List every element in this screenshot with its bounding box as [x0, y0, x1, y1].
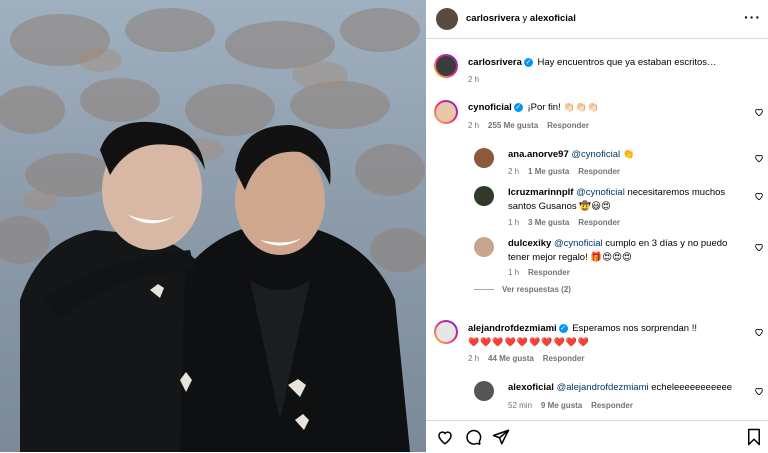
- comment-text: ¡Por fin! 👏🏻👏🏻👏🏻: [527, 102, 599, 113]
- reply-button[interactable]: Responder: [591, 401, 633, 410]
- reply-text: echeleeeeeeeeeee: [648, 382, 733, 393]
- reply: dulcexiky @cynoficial cumplo en 3 días y…: [508, 237, 744, 265]
- reply-user[interactable]: dulcexiky: [508, 238, 551, 249]
- header-user2[interactable]: alexoficial: [530, 13, 576, 24]
- comment-meta: 2 h 44 Me gusta Responder: [468, 354, 585, 363]
- reply-avatar[interactable]: [474, 237, 494, 257]
- comment-time: 2 h: [468, 121, 480, 130]
- like-reply-heart-icon[interactable]: [754, 191, 764, 201]
- header-avatar[interactable]: [436, 8, 458, 30]
- reply-avatar[interactable]: [474, 186, 494, 206]
- action-bar: [426, 420, 768, 453]
- reply-avatar[interactable]: [474, 381, 494, 401]
- reply-likes[interactable]: 3 Me gusta: [528, 218, 569, 227]
- comment-likes[interactable]: 255 Me gusta: [488, 121, 538, 130]
- reply: lcruzmarinnplf @cynoficial necesitaremos…: [508, 186, 744, 214]
- reply-button[interactable]: Responder: [578, 218, 620, 227]
- reply-time: 2 h: [508, 167, 520, 176]
- reply-text: 👏: [620, 149, 635, 160]
- reply-meta: 1 h Responder: [508, 268, 570, 277]
- reply-meta: 1 h 3 Me gusta Responder: [508, 218, 620, 227]
- mention-link[interactable]: @alejandrofdezmiami: [557, 382, 649, 393]
- reply-user[interactable]: lcruzmarinnplf: [508, 187, 573, 198]
- reply: alexoficial @alejandrofdezmiami echeleee…: [508, 381, 748, 395]
- reply-time: 1 h: [508, 268, 520, 277]
- mention-link[interactable]: @cynoficial: [571, 149, 620, 160]
- like-comment-heart-icon[interactable]: [754, 327, 764, 337]
- like-reply-heart-icon[interactable]: [754, 153, 764, 163]
- like-comment-heart-icon[interactable]: [754, 107, 764, 117]
- comment: cynoficial ✓ ¡Por fin! 👏🏻👏🏻👏🏻: [468, 101, 738, 115]
- like-reply-heart-icon[interactable]: [754, 386, 764, 396]
- reply-likes[interactable]: 1 Me gusta: [528, 167, 569, 176]
- header-title: carlosrivera y alexoficial: [466, 13, 576, 24]
- comment-hearts: ❤️❤️❤️❤️❤️❤️❤️❤️❤️❤️: [468, 337, 591, 347]
- caption: carlosrivera ✓ Hay encuentros que ya esta…: [468, 56, 758, 70]
- caption-user[interactable]: carlosrivera: [468, 57, 522, 68]
- reply-time: 1 h: [508, 218, 520, 227]
- share-send-icon[interactable]: [492, 428, 510, 446]
- header-joiner: y: [519, 13, 530, 24]
- mention-link[interactable]: @cynoficial: [554, 238, 603, 249]
- comment-avatar[interactable]: [434, 320, 458, 344]
- reply-button[interactable]: Responder: [547, 121, 589, 130]
- caption-time: 2 h: [468, 75, 480, 84]
- save-bookmark-icon[interactable]: [746, 428, 762, 446]
- verified-badge-icon: ✓: [523, 57, 533, 67]
- like-reply-heart-icon[interactable]: [754, 242, 764, 252]
- reply-time: 52 min: [508, 401, 533, 410]
- post-header: carlosrivera y alexoficial ···: [426, 0, 768, 39]
- reply-button[interactable]: Responder: [528, 268, 570, 277]
- comment-user[interactable]: alejandrofdezmiami: [468, 323, 557, 334]
- post-photo[interactable]: [0, 0, 426, 452]
- caption-text: Hay encuentros que ya estaban escritos…: [537, 57, 717, 68]
- reply-button[interactable]: Responder: [543, 354, 585, 363]
- reply-user[interactable]: ana.anorve97: [508, 149, 569, 160]
- view-replies-line: [474, 289, 494, 290]
- verified-badge-icon: ✓: [513, 102, 523, 112]
- reply-user[interactable]: alexoficial: [508, 382, 554, 393]
- verified-badge-icon: ✓: [558, 323, 568, 333]
- comment-meta: 2 h 255 Me gusta Responder: [468, 121, 589, 130]
- reply: ana.anorve97 @cynoficial 👏: [508, 148, 744, 162]
- reply-meta: 52 min 9 Me gusta Responder: [508, 401, 633, 410]
- reply-meta: 2 h 1 Me gusta Responder: [508, 167, 620, 176]
- comment-text: Esperamos nos sorprendan !!: [572, 323, 697, 334]
- caption-avatar[interactable]: [434, 54, 458, 78]
- view-replies-button[interactable]: Ver respuestas (2): [502, 285, 571, 294]
- mention-link[interactable]: @cynoficial: [576, 187, 625, 198]
- comment-time: 2 h: [468, 354, 480, 363]
- comment-likes[interactable]: 44 Me gusta: [488, 354, 534, 363]
- post-panel: carlosrivera y alexoficial ··· carlosriv…: [426, 0, 768, 453]
- comment-bubble-icon[interactable]: [464, 428, 482, 446]
- reply-likes[interactable]: 9 Me gusta: [541, 401, 582, 410]
- reply-avatar[interactable]: [474, 148, 494, 168]
- reply-button[interactable]: Responder: [578, 167, 620, 176]
- comment-user[interactable]: cynoficial: [468, 102, 512, 113]
- header-user1[interactable]: carlosrivera: [466, 13, 520, 24]
- stone-wall-background: [0, 8, 426, 452]
- comment-avatar[interactable]: [434, 100, 458, 124]
- like-heart-icon[interactable]: [436, 428, 454, 446]
- comment: alejandrofdezmiami ✓ Esperamos nos sorpre…: [468, 322, 744, 336]
- more-options-icon[interactable]: ···: [744, 9, 761, 25]
